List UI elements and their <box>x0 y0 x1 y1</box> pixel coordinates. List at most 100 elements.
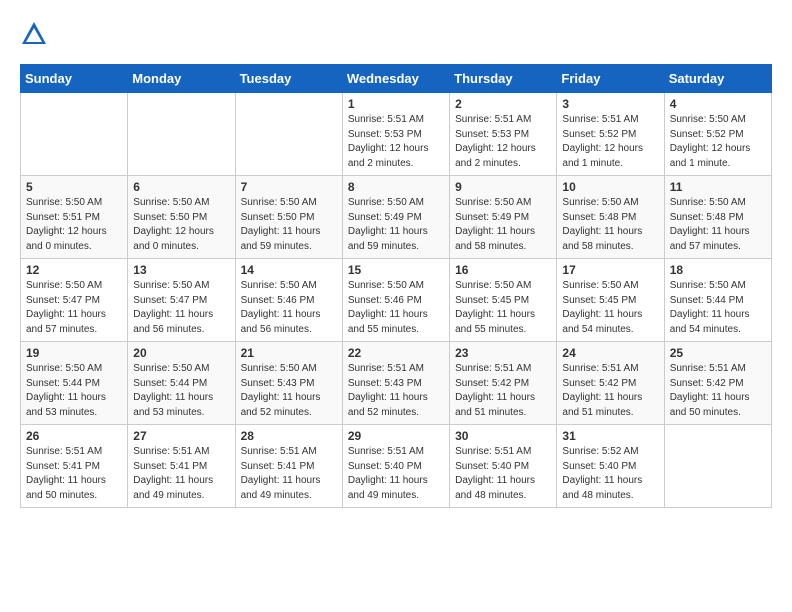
calendar-week-row: 19 Sunrise: 5:50 AM Sunset: 5:44 PM Dayli… <box>21 342 772 425</box>
calendar-week-row: 5 Sunrise: 5:50 AM Sunset: 5:51 PM Daylig… <box>21 176 772 259</box>
calendar-cell: 3 Sunrise: 5:51 AM Sunset: 5:52 PM Daylig… <box>557 93 664 176</box>
calendar-cell <box>128 93 235 176</box>
day-info: Sunrise: 5:51 AM Sunset: 5:40 PM Dayligh… <box>455 445 551 503</box>
page-header <box>20 20 772 48</box>
weekday-header: Thursday <box>450 65 557 93</box>
calendar-cell: 26 Sunrise: 5:51 AM Sunset: 5:41 PM Dayli… <box>21 425 128 508</box>
calendar-cell: 17Sunrise: 5:50 AM Sunset: 5:45 PM Dayli… <box>557 259 664 342</box>
day-number: 17 <box>562 263 658 277</box>
day-info: Sunrise: 5:50 AM Sunset: 5:47 PM Dayligh… <box>133 279 229 337</box>
day-info: Sunrise: 5:51 AM Sunset: 5:43 PM Dayligh… <box>348 362 444 420</box>
calendar-cell: 13Sunrise: 5:50 AM Sunset: 5:47 PM Dayli… <box>128 259 235 342</box>
day-number: 1 <box>348 97 444 111</box>
weekday-header: Saturday <box>664 65 771 93</box>
day-info: Sunrise: 5:51 AM Sunset: 5:41 PM Dayligh… <box>241 445 337 503</box>
calendar-week-row: 12 Sunrise: 5:50 AM Sunset: 5:47 PM Dayli… <box>21 259 772 342</box>
calendar-cell: 23Sunrise: 5:51 AM Sunset: 5:42 PM Dayli… <box>450 342 557 425</box>
day-info: Sunrise: 5:50 AM Sunset: 5:46 PM Dayligh… <box>348 279 444 337</box>
calendar-cell: 6Sunrise: 5:50 AM Sunset: 5:50 PM Daylig… <box>128 176 235 259</box>
logo-icon <box>20 20 48 48</box>
weekday-header: Wednesday <box>342 65 449 93</box>
calendar-cell <box>235 93 342 176</box>
weekday-header-row: SundayMondayTuesdayWednesdayThursdayFrid… <box>21 65 772 93</box>
day-number: 30 <box>455 429 551 443</box>
calendar-week-row: 26 Sunrise: 5:51 AM Sunset: 5:41 PM Dayli… <box>21 425 772 508</box>
day-info: Sunrise: 5:51 AM Sunset: 5:42 PM Dayligh… <box>562 362 658 420</box>
day-number: 31 <box>562 429 658 443</box>
day-number: 27 <box>133 429 229 443</box>
day-number: 6 <box>133 180 229 194</box>
day-number: 19 <box>26 346 122 360</box>
calendar-cell: 31Sunrise: 5:52 AM Sunset: 5:40 PM Dayli… <box>557 425 664 508</box>
calendar-week-row: 1 Sunrise: 5:51 AM Sunset: 5:53 PM Daylig… <box>21 93 772 176</box>
calendar-cell: 19 Sunrise: 5:50 AM Sunset: 5:44 PM Dayli… <box>21 342 128 425</box>
day-number: 9 <box>455 180 551 194</box>
day-number: 25 <box>670 346 766 360</box>
day-number: 3 <box>562 97 658 111</box>
day-number: 28 <box>241 429 337 443</box>
calendar-cell <box>664 425 771 508</box>
day-info: Sunrise: 5:50 AM Sunset: 5:50 PM Dayligh… <box>241 196 337 254</box>
calendar-cell: 18 Sunrise: 5:50 AM Sunset: 5:44 PM Dayli… <box>664 259 771 342</box>
day-info: Sunrise: 5:51 AM Sunset: 5:41 PM Dayligh… <box>26 445 122 503</box>
day-number: 16 <box>455 263 551 277</box>
calendar-cell: 10 Sunrise: 5:50 AM Sunset: 5:48 PM Dayli… <box>557 176 664 259</box>
day-info: Sunrise: 5:51 AM Sunset: 5:53 PM Dayligh… <box>348 113 444 171</box>
calendar-cell: 22Sunrise: 5:51 AM Sunset: 5:43 PM Dayli… <box>342 342 449 425</box>
logo <box>20 20 52 48</box>
day-info: Sunrise: 5:50 AM Sunset: 5:51 PM Dayligh… <box>26 196 122 254</box>
day-info: Sunrise: 5:50 AM Sunset: 5:44 PM Dayligh… <box>670 279 766 337</box>
day-number: 10 <box>562 180 658 194</box>
day-info: Sunrise: 5:50 AM Sunset: 5:44 PM Dayligh… <box>26 362 122 420</box>
calendar-cell: 16 Sunrise: 5:50 AM Sunset: 5:45 PM Dayli… <box>450 259 557 342</box>
day-info: Sunrise: 5:51 AM Sunset: 5:53 PM Dayligh… <box>455 113 551 171</box>
day-number: 29 <box>348 429 444 443</box>
calendar-cell: 29 Sunrise: 5:51 AM Sunset: 5:40 PM Dayli… <box>342 425 449 508</box>
day-info: Sunrise: 5:51 AM Sunset: 5:42 PM Dayligh… <box>670 362 766 420</box>
calendar-cell <box>21 93 128 176</box>
day-number: 21 <box>241 346 337 360</box>
day-number: 5 <box>26 180 122 194</box>
calendar-cell: 30 Sunrise: 5:51 AM Sunset: 5:40 PM Dayli… <box>450 425 557 508</box>
day-number: 12 <box>26 263 122 277</box>
calendar: SundayMondayTuesdayWednesdayThursdayFrid… <box>20 64 772 508</box>
day-number: 11 <box>670 180 766 194</box>
day-number: 2 <box>455 97 551 111</box>
weekday-header: Tuesday <box>235 65 342 93</box>
day-number: 15 <box>348 263 444 277</box>
day-info: Sunrise: 5:50 AM Sunset: 5:46 PM Dayligh… <box>241 279 337 337</box>
day-number: 18 <box>670 263 766 277</box>
day-number: 26 <box>26 429 122 443</box>
calendar-cell: 14 Sunrise: 5:50 AM Sunset: 5:46 PM Dayli… <box>235 259 342 342</box>
day-info: Sunrise: 5:50 AM Sunset: 5:48 PM Dayligh… <box>670 196 766 254</box>
day-info: Sunrise: 5:50 AM Sunset: 5:48 PM Dayligh… <box>562 196 658 254</box>
day-info: Sunrise: 5:50 AM Sunset: 5:45 PM Dayligh… <box>455 279 551 337</box>
day-info: Sunrise: 5:51 AM Sunset: 5:40 PM Dayligh… <box>348 445 444 503</box>
day-number: 4 <box>670 97 766 111</box>
day-info: Sunrise: 5:51 AM Sunset: 5:52 PM Dayligh… <box>562 113 658 171</box>
day-number: 7 <box>241 180 337 194</box>
day-info: Sunrise: 5:51 AM Sunset: 5:42 PM Dayligh… <box>455 362 551 420</box>
weekday-header: Monday <box>128 65 235 93</box>
calendar-cell: 4Sunrise: 5:50 AM Sunset: 5:52 PM Daylig… <box>664 93 771 176</box>
calendar-cell: 24Sunrise: 5:51 AM Sunset: 5:42 PM Dayli… <box>557 342 664 425</box>
calendar-cell: 15 Sunrise: 5:50 AM Sunset: 5:46 PM Dayli… <box>342 259 449 342</box>
calendar-cell: 27Sunrise: 5:51 AM Sunset: 5:41 PM Dayli… <box>128 425 235 508</box>
calendar-cell: 20 Sunrise: 5:50 AM Sunset: 5:44 PM Dayli… <box>128 342 235 425</box>
calendar-cell: 5 Sunrise: 5:50 AM Sunset: 5:51 PM Daylig… <box>21 176 128 259</box>
day-number: 20 <box>133 346 229 360</box>
day-info: Sunrise: 5:50 AM Sunset: 5:43 PM Dayligh… <box>241 362 337 420</box>
day-info: Sunrise: 5:50 AM Sunset: 5:44 PM Dayligh… <box>133 362 229 420</box>
day-number: 14 <box>241 263 337 277</box>
weekday-header: Friday <box>557 65 664 93</box>
calendar-cell: 12Sunrise: 5:50 AM Sunset: 5:47 PM Dayli… <box>21 259 128 342</box>
calendar-cell: 25 Sunrise: 5:51 AM Sunset: 5:42 PM Dayli… <box>664 342 771 425</box>
day-info: Sunrise: 5:50 AM Sunset: 5:49 PM Dayligh… <box>455 196 551 254</box>
calendar-cell: 9 Sunrise: 5:50 AM Sunset: 5:49 PM Daylig… <box>450 176 557 259</box>
calendar-cell: 1 Sunrise: 5:51 AM Sunset: 5:53 PM Daylig… <box>342 93 449 176</box>
day-number: 8 <box>348 180 444 194</box>
calendar-cell: 21 Sunrise: 5:50 AM Sunset: 5:43 PM Dayli… <box>235 342 342 425</box>
calendar-cell: 7 Sunrise: 5:50 AM Sunset: 5:50 PM Daylig… <box>235 176 342 259</box>
calendar-cell: 11 Sunrise: 5:50 AM Sunset: 5:48 PM Dayli… <box>664 176 771 259</box>
day-info: Sunrise: 5:50 AM Sunset: 5:49 PM Dayligh… <box>348 196 444 254</box>
